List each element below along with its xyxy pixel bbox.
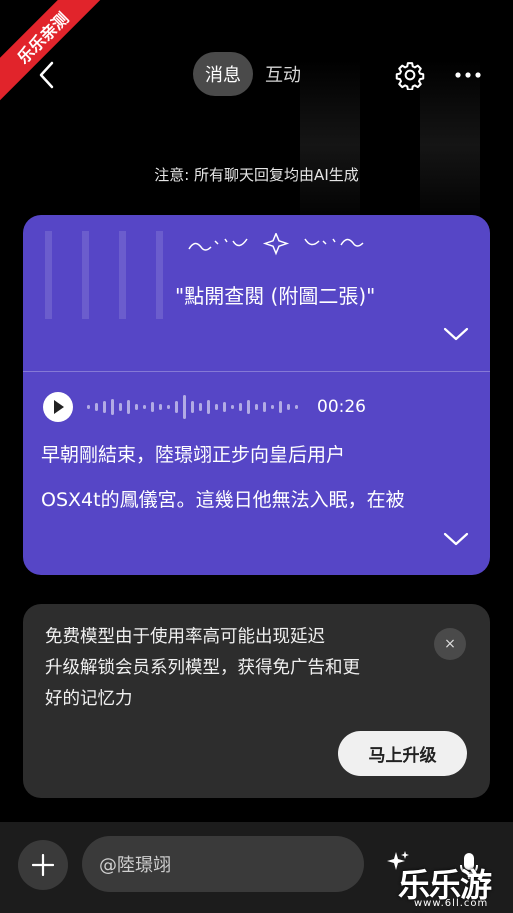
settings-button[interactable]: [395, 60, 425, 91]
tab-bar: 消息 互动: [193, 52, 313, 96]
upgrade-promo-card: 免费模型由于使用率高可能出现延迟 升级解锁会员系列模型，获得免广告和更 好的记忆…: [23, 604, 490, 798]
message-card[interactable]: "點開查閱 (附圖二張)" 00:26 早朝剛結束，陸璟翊正步向皇后用户 OSX…: [23, 215, 490, 575]
audio-player: 00:26: [43, 392, 366, 422]
message-input[interactable]: @陸璟翊: [82, 836, 364, 892]
watermark-url: www.6ll.com: [414, 898, 489, 909]
promo-line: 免费模型由于使用率高可能出现延迟: [45, 627, 325, 647]
top-bar: 消息 互动: [0, 52, 513, 98]
plus-icon: [32, 854, 54, 876]
back-icon: [39, 61, 54, 89]
expand-text-button[interactable]: [443, 530, 469, 548]
tab-interactions[interactable]: 互动: [259, 52, 313, 96]
card-decoration: [45, 231, 163, 319]
tab-messages[interactable]: 消息: [193, 52, 253, 96]
promo-line: 升级解锁会员系列模型，获得免广告和更: [45, 658, 360, 678]
promo-text: 免费模型由于使用率高可能出现延迟 升级解锁会员系列模型，获得免广告和更 好的记忆…: [45, 622, 415, 715]
play-icon: [54, 400, 64, 414]
ornament-icon: [188, 233, 364, 256]
close-promo-button[interactable]: ×: [434, 628, 466, 660]
gear-icon: [395, 62, 425, 91]
chevron-down-icon: [443, 532, 469, 546]
card-title: "點開查閱 (附圖二張)": [175, 284, 376, 308]
more-button[interactable]: [452, 61, 484, 89]
more-icon: [455, 72, 481, 78]
ai-notice: 注意: 所有聊天回复均由AI生成: [154, 166, 359, 184]
audio-duration: 00:26: [317, 397, 366, 417]
upgrade-button[interactable]: 马上升级: [338, 731, 467, 776]
card-divider: [23, 371, 490, 372]
card-text-line: OSX4t的鳳儀宮。這幾日他無法入眠，在被: [41, 489, 405, 511]
add-button[interactable]: [18, 840, 68, 890]
play-button[interactable]: [43, 392, 73, 422]
promo-line: 好的记忆力: [45, 689, 133, 709]
card-message-text: 早朝剛結束，陸璟翊正步向皇后用户 OSX4t的鳳儀宮。這幾日他無法入眠，在被: [41, 433, 481, 523]
chevron-down-icon: [443, 327, 469, 341]
expand-title-button[interactable]: [443, 325, 469, 343]
waveform-icon: [87, 395, 298, 419]
card-text-line: 早朝剛結束，陸璟翊正步向皇后用户: [41, 444, 346, 466]
bottom-input-bar: @陸璟翊 乐乐游戏 www.6ll.com: [0, 822, 513, 913]
close-icon: ×: [444, 636, 456, 652]
back-button[interactable]: [32, 60, 60, 90]
